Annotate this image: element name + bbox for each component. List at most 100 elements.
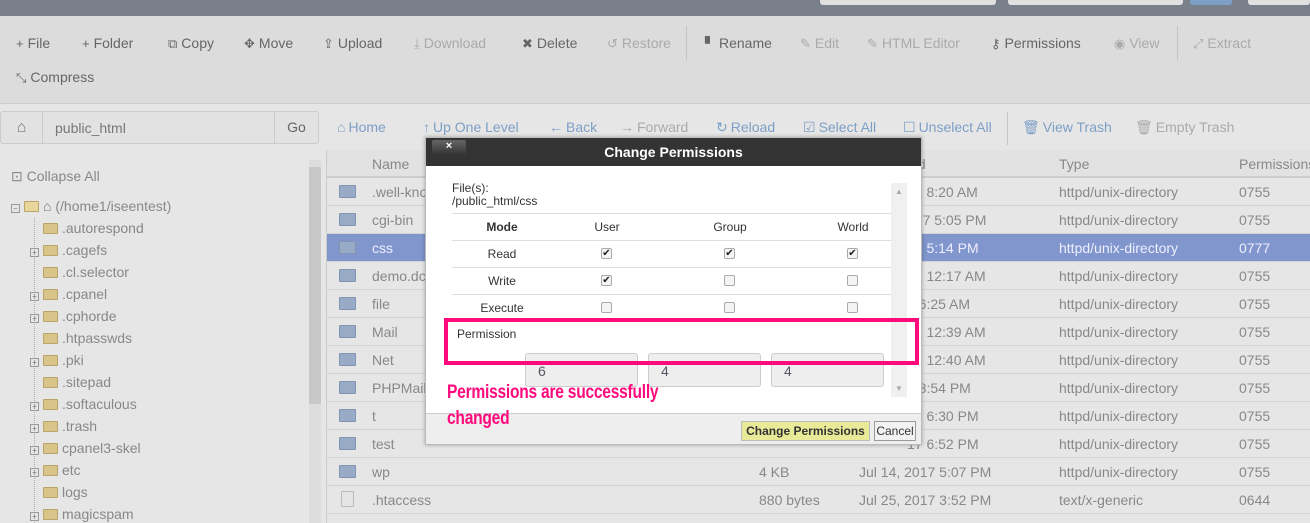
permission-checkbox[interactable]: ✔ [601, 275, 612, 286]
cell-type: httpd/unix-directory [1059, 436, 1179, 452]
toolbar-edit-button[interactable]: ✎ Edit [800, 35, 839, 52]
nav-view-trash-button[interactable]: 🗑 View Trash [1022, 119, 1112, 136]
toolbar-move-button[interactable]: ✥ Move [244, 35, 293, 52]
nav-back-button[interactable]: ← Back [549, 119, 597, 135]
expand-icon[interactable]: + [30, 512, 39, 521]
expand-icon[interactable]: + [30, 424, 39, 433]
nav-forward-button[interactable]: → Forward [620, 119, 688, 135]
toolbar-extract-button[interactable]: ⤢ Extract [1193, 35, 1251, 52]
tree-item-label: magicspam [62, 506, 134, 522]
col-permissions[interactable]: Permissions [1239, 156, 1310, 172]
tree-item[interactable]: + .cagefs [30, 242, 107, 258]
expand-icon[interactable]: + [30, 292, 39, 301]
expand-icon[interactable]: + [30, 248, 39, 257]
tree-item[interactable]: + cpanel3-skel [30, 440, 141, 456]
tree-item-label: .cpanel [62, 286, 108, 302]
permission-checkbox[interactable] [724, 275, 735, 286]
permission-checkbox[interactable] [601, 302, 612, 313]
cell-type: httpd/unix-directory [1059, 464, 1179, 480]
toolbar-permissions-button[interactable]: ⚷ Permissions [991, 35, 1081, 52]
permission-checkbox[interactable]: ✔ [724, 248, 735, 259]
cell-perm: 0777 [1239, 240, 1271, 256]
tree-item[interactable]: + .softaculous [30, 396, 137, 412]
toolbar-file-button[interactable]: + File [16, 35, 50, 51]
top-search-field[interactable] [1008, 0, 1183, 5]
nav-select-all-button[interactable]: ☑ Select All [803, 119, 876, 136]
toolbar-label: View [1129, 35, 1160, 51]
edit-icon: ✎ [800, 36, 811, 51]
nav-unselect-all-button[interactable]: ☐ Unselect All [903, 119, 992, 136]
permission-checkbox[interactable] [724, 302, 735, 313]
toolbar-label: Edit [814, 35, 840, 51]
tree-item[interactable]: .cl.selector [43, 264, 129, 280]
tree-item[interactable]: .autorespond [43, 220, 144, 236]
change-permissions-button[interactable]: Change Permissions [741, 421, 870, 441]
toolbar-rename-button[interactable]: ▘ Rename [705, 35, 772, 52]
path-input[interactable]: public_html [55, 120, 126, 136]
dialog-title: Change Permissions × [426, 138, 921, 166]
tree-item[interactable]: .htpasswds [43, 330, 132, 346]
toolbar-view-button[interactable]: ◉ View [1114, 35, 1159, 52]
toolbar-download-button[interactable]: ⤓ Download [414, 35, 486, 52]
move-icon: ✥ [244, 36, 255, 51]
cell-name: test [372, 436, 395, 452]
file-icon: + [16, 36, 24, 51]
toolbar-folder-button[interactable]: + Folder [82, 35, 133, 51]
close-button[interactable]: × [432, 140, 466, 155]
compress-icon: ⤡ [16, 70, 27, 85]
expand-icon[interactable]: + [30, 468, 39, 477]
home-icon[interactable]: ⌂ [1, 112, 43, 143]
expand-icon[interactable]: + [30, 314, 39, 323]
cell-type: httpd/unix-directory [1059, 352, 1179, 368]
toolbar-upload-button[interactable]: ⇪ Upload [323, 35, 382, 52]
sidebar-scrollbar[interactable] [309, 160, 321, 523]
expand-icon[interactable]: + [30, 402, 39, 411]
tree-item[interactable]: .sitepad [43, 374, 111, 390]
expand-icon[interactable]: + [30, 446, 39, 455]
tree-item-label: .cphorde [62, 308, 117, 324]
col-type[interactable]: Type [1059, 156, 1089, 172]
toolbar-label: Download [423, 35, 487, 51]
top-button[interactable] [1190, 0, 1232, 5]
table-row[interactable]: wp 4 KB Jul 14, 2017 5:07 PM httpd/unix-dir… [327, 458, 1310, 486]
compress-button[interactable]: ⤡ Compress [16, 69, 94, 86]
nav-reload-button[interactable]: ↻ Reload [716, 119, 775, 136]
nav-home-button[interactable]: ⌂ Home [337, 119, 386, 135]
nav-empty-trash-button[interactable]: 🗑 Empty Trash [1135, 119, 1234, 136]
table-row[interactable]: .htaccess 880 bytes Jul 25, 2017 3:52 PM te… [327, 486, 1310, 514]
toolbar-restore-button[interactable]: ↺ Restore [607, 35, 671, 52]
top-field[interactable] [820, 0, 996, 5]
permission-checkbox[interactable]: ✔ [847, 248, 858, 259]
perm-header-row: Mode User Group World [452, 213, 891, 240]
toolbar-html-editor-button[interactable]: ✎ HTML Editor [867, 35, 960, 52]
toolbar-delete-button[interactable]: ✖ Delete [522, 35, 577, 52]
cell-perm: 0755 [1239, 296, 1271, 312]
tree-item[interactable]: + etc [30, 462, 81, 478]
top-field-2[interactable] [1248, 0, 1310, 5]
cell-perm: 0755 [1239, 464, 1271, 480]
tree-item[interactable]: + .cpanel [30, 286, 107, 302]
tree-item[interactable]: logs [43, 484, 88, 500]
permission-checkbox[interactable] [847, 275, 858, 286]
cell-name: demo.dc [372, 268, 426, 284]
nav-label: View Trash [1042, 119, 1112, 135]
tree-item[interactable]: + .trash [30, 418, 97, 434]
cancel-button[interactable]: Cancel [874, 421, 916, 441]
rename-icon: ▘ [705, 36, 715, 51]
tree-item[interactable]: + magicspam [30, 506, 134, 522]
go-button[interactable]: Go [274, 112, 318, 143]
col-name[interactable]: Name [372, 156, 409, 172]
tree-item[interactable]: + .pki [30, 352, 84, 368]
expand-icon[interactable]: + [30, 358, 39, 367]
collapse-all-button[interactable]: ⊡ Collapse All [11, 168, 100, 185]
cell-name: Mail [372, 324, 398, 340]
tree-item[interactable]: + .cphorde [30, 308, 116, 324]
permission-checkbox[interactable]: ✔ [601, 248, 612, 259]
tree-root[interactable]: − ⌂ (/home1/iseentest) [11, 198, 171, 214]
collapse-node-icon[interactable]: − [11, 204, 20, 213]
nav-label: Forward [637, 119, 689, 135]
tree-item-label: logs [62, 484, 88, 500]
nav-up-one-level-button[interactable]: ↑ Up One Level [423, 119, 519, 135]
toolbar-copy-button[interactable]: ⧉ Copy [168, 35, 214, 52]
permission-checkbox[interactable] [847, 302, 858, 313]
